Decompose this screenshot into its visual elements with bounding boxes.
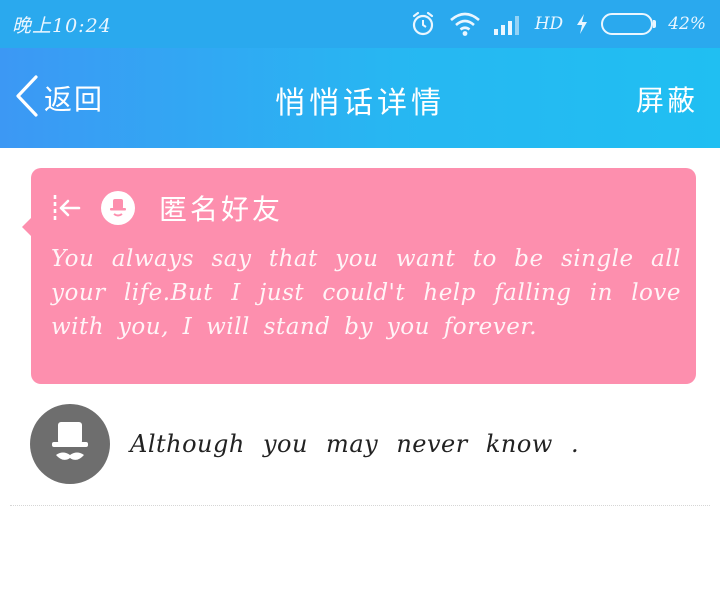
status-time: 晚上10:24 [12,14,112,37]
reply-text: Although you may never know . [130,430,580,458]
status-bar: 晚上10:24 HD 42% [0,0,720,48]
whisper-message-card: 匿名好友 You always say that you want to be … [22,168,696,384]
exit-icon[interactable] [49,191,83,225]
page-title: 悄悄话详情 [275,86,445,121]
alarm-icon [409,10,437,38]
card-header: 匿名好友 [49,188,283,228]
signal-icon [493,12,523,36]
message-text: You always say that you want to be singl… [51,246,681,340]
user-avatar[interactable] [30,404,110,484]
reply-item[interactable]: Although you may never know . [30,404,710,484]
sender-name: 匿名好友 [159,193,284,226]
nav-bar: 返回 悄悄话详情 屏蔽 [0,48,720,148]
block-button[interactable]: 屏蔽 [636,79,698,119]
wifi-icon [449,11,481,37]
charging-icon [575,13,589,35]
battery-icon [601,13,657,35]
battery-percent: 42% [668,14,706,34]
anonymous-avatar-icon [101,191,135,225]
network-type: HD [534,14,564,34]
divider [10,505,710,506]
status-icons: HD 42% [409,10,706,38]
